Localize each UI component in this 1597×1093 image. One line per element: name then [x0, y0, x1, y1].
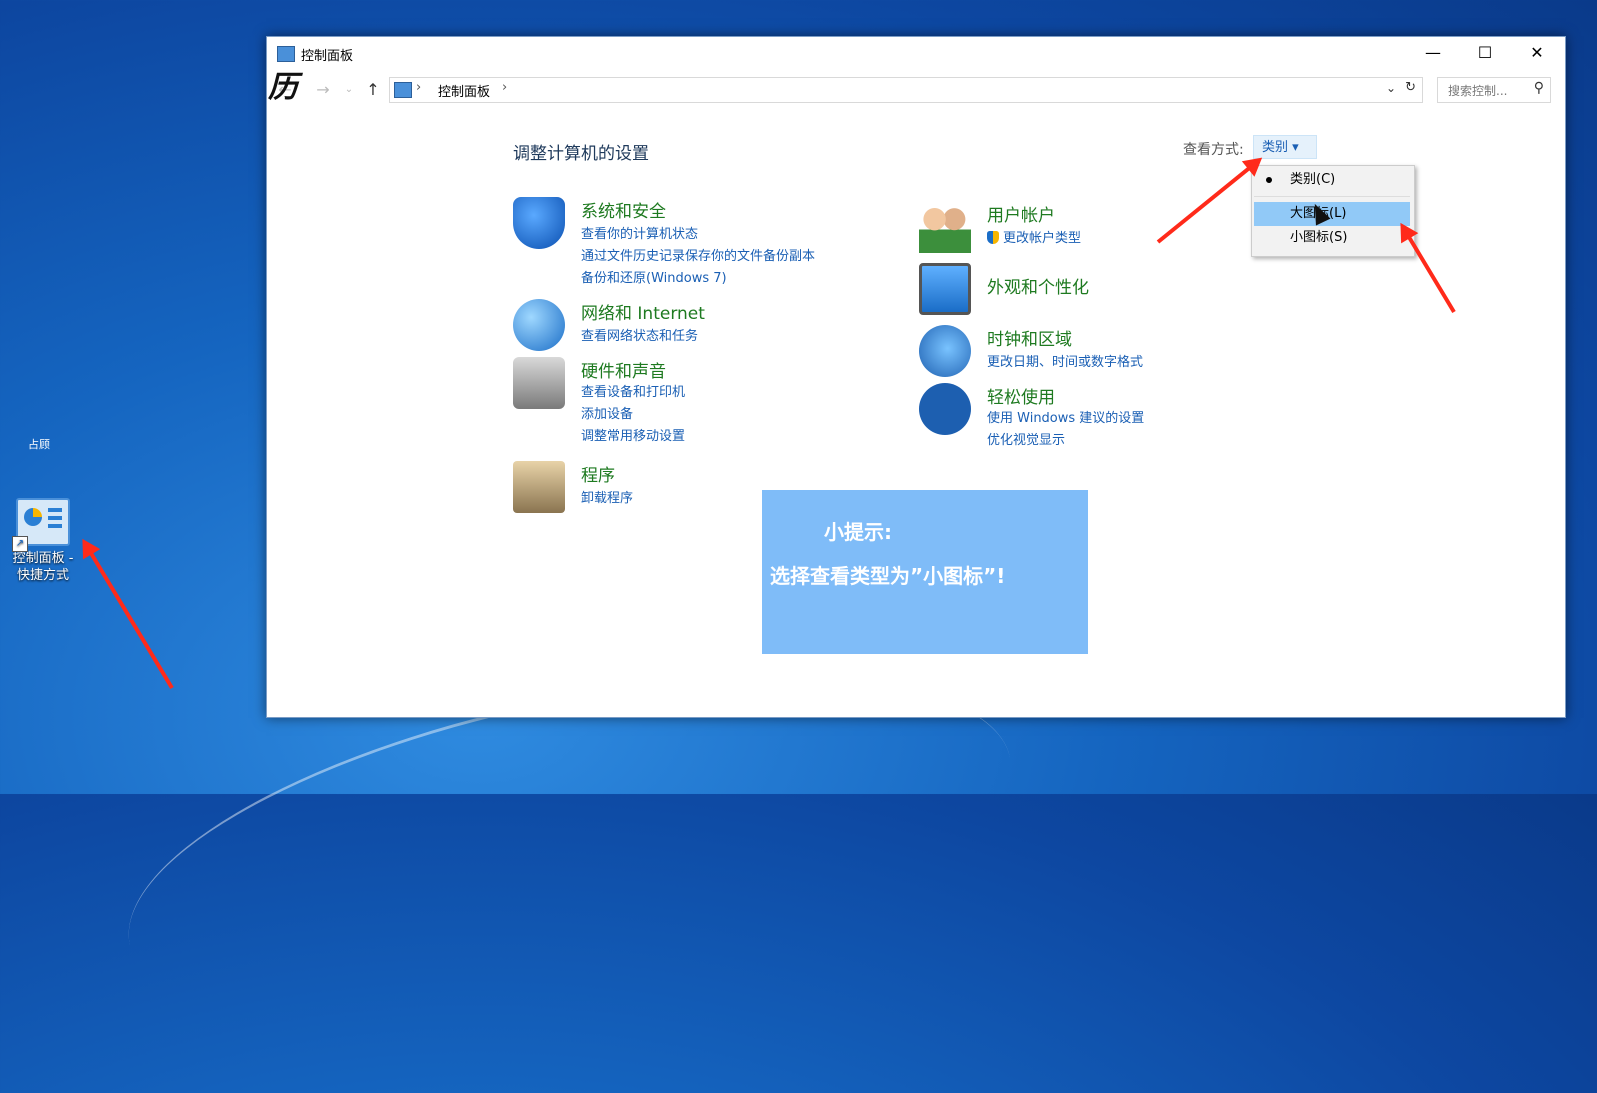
address-bar[interactable]: › 控制面板 › ⌄ ↻ — [389, 77, 1423, 103]
category-title[interactable]: 外观和个性化 — [987, 273, 1089, 298]
category-link[interactable]: 优化视觉显示 — [987, 429, 1065, 448]
icon-bar — [48, 508, 62, 512]
category-link[interactable]: 查看网络状态和任务 — [581, 325, 698, 344]
view-by-dropdown[interactable]: 类别 ▾ — [1253, 135, 1317, 159]
pie-chart-icon — [24, 508, 42, 526]
category-link[interactable]: 卸载程序 — [581, 487, 633, 506]
shortcut-arrow-icon: ↗ — [12, 536, 28, 552]
search-placeholder: 搜索控制... — [1448, 84, 1508, 98]
category-link[interactable]: 查看设备和打印机 — [581, 381, 685, 400]
menu-item-small-icons[interactable]: 小图标(S) — [1254, 226, 1410, 250]
printer-icon[interactable] — [513, 357, 565, 409]
recent-locations-chevron-icon[interactable]: ⌄ — [339, 79, 359, 101]
category-link[interactable]: 更改日期、时间或数字格式 — [987, 351, 1143, 370]
page-title: 调整计算机的设置 — [513, 144, 649, 164]
category-link[interactable]: 查看你的计算机状态 — [581, 223, 698, 242]
desktop-partial-label: 占顾 — [28, 438, 50, 451]
shield-icon[interactable] — [513, 197, 565, 249]
menu-item-large-icons[interactable]: 大图标(L) — [1254, 202, 1410, 226]
tip-title: 小提示: — [824, 520, 892, 544]
minimize-button[interactable]: — — [1407, 37, 1459, 69]
category-title[interactable]: 硬件和声音 — [581, 357, 666, 382]
users-icon[interactable] — [919, 201, 971, 253]
title-bar[interactable]: 控制面板 — ☐ ✕ — [267, 37, 1565, 73]
category-link[interactable]: 使用 Windows 建议的设置 — [987, 407, 1144, 426]
view-by-menu: 类别(C) 大图标(L) 小图标(S) — [1251, 165, 1415, 257]
search-box[interactable]: 搜索控制... ⚲ — [1437, 77, 1551, 103]
category-link-text[interactable]: 更改帐户类型 — [1003, 231, 1081, 246]
close-button[interactable]: ✕ — [1511, 37, 1563, 69]
menu-item-label: 小图标(S) — [1290, 230, 1348, 245]
category-title[interactable]: 用户帐户 — [987, 201, 1055, 226]
breadcrumb-separator[interactable]: › — [502, 80, 507, 95]
network-globe-icon[interactable] — [513, 299, 565, 351]
search-icon[interactable]: ⚲ — [1534, 80, 1544, 96]
address-dropdown-icon[interactable]: ⌄ — [1386, 81, 1396, 95]
selected-bullet-icon — [1266, 177, 1272, 183]
watermark-glyph: 历 — [268, 70, 298, 105]
shortcut-label-line2: 快捷方式 — [16, 568, 69, 583]
view-by-label: 查看方式: — [1183, 142, 1244, 158]
desktop-control-panel-shortcut[interactable]: ↗ 控制面板 - 快捷方式 — [6, 498, 80, 584]
category-link[interactable]: 通过文件历史记录保存你的文件备份副本 — [581, 245, 815, 264]
category-title[interactable]: 时钟和区域 — [987, 325, 1072, 350]
category-link[interactable]: 添加设备 — [581, 403, 633, 422]
category-title[interactable]: 网络和 Internet — [581, 299, 705, 324]
tip-overlay: 小提示: 选择查看类型为”小图标”! — [762, 490, 1088, 654]
category-title[interactable]: 系统和安全 — [581, 197, 666, 222]
category-title[interactable]: 轻松使用 — [987, 383, 1055, 408]
control-panel-app-icon — [277, 46, 295, 62]
up-arrow-icon[interactable]: ↑ — [363, 79, 383, 101]
uac-shield-icon — [987, 231, 999, 244]
tip-text: 选择查看类型为”小图标”! — [770, 564, 1006, 588]
breadcrumb-control-panel[interactable]: 控制面板 — [438, 81, 490, 100]
category-link[interactable]: 更改帐户类型 — [987, 227, 1081, 246]
programs-box-icon[interactable] — [513, 461, 565, 513]
shortcut-label-line1: 控制面板 - — [12, 551, 74, 566]
icon-bar — [48, 516, 62, 520]
breadcrumb-separator[interactable]: › — [416, 80, 421, 95]
maximize-button[interactable]: ☐ — [1459, 37, 1511, 69]
category-title[interactable]: 程序 — [581, 461, 615, 486]
menu-item-category[interactable]: 类别(C) — [1254, 168, 1410, 192]
menu-divider — [1254, 196, 1410, 197]
clock-globe-icon[interactable] — [919, 325, 971, 377]
category-link[interactable]: 备份和还原(Windows 7) — [581, 267, 727, 286]
red-annotation-arrow — [83, 542, 174, 690]
menu-item-label: 类别(C) — [1290, 172, 1336, 187]
ease-of-access-icon[interactable] — [919, 383, 971, 435]
navigation-bar: ← → ⌄ ↑ › 控制面板 › ⌄ ↻ 搜索控制... ⚲ — [267, 75, 1565, 105]
forward-arrow-icon[interactable]: → — [313, 79, 333, 101]
icon-bar — [48, 524, 62, 528]
control-panel-window: 控制面板 — ☐ ✕ ← → ⌄ ↑ › 控制面板 › ⌄ ↻ 搜索控制... … — [266, 36, 1566, 718]
window-title: 控制面板 — [301, 49, 354, 64]
category-link[interactable]: 调整常用移动设置 — [581, 425, 685, 444]
control-panel-breadcrumb-icon — [394, 82, 412, 98]
monitor-palette-icon[interactable] — [919, 263, 971, 315]
control-panel-icon: ↗ — [12, 498, 70, 552]
refresh-icon[interactable]: ↻ — [1405, 80, 1416, 95]
